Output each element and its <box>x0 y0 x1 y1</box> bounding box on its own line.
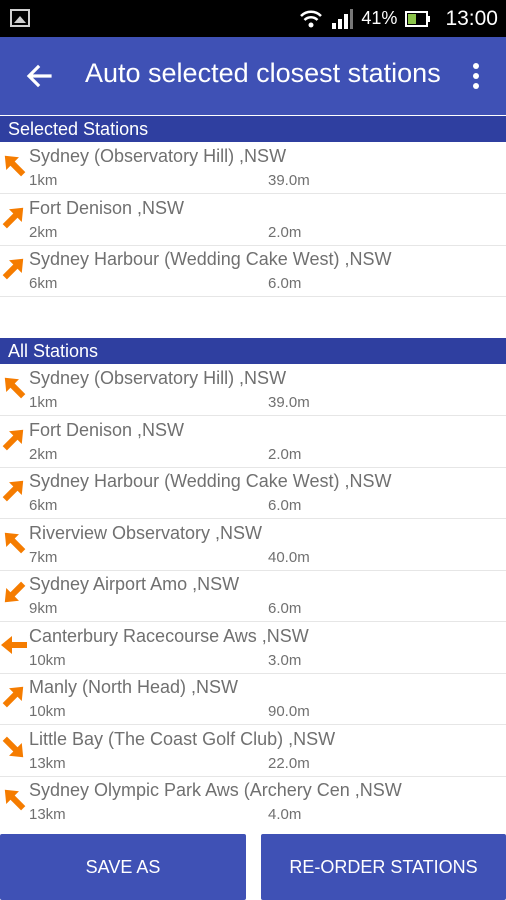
direction-arrow-icon <box>0 475 28 505</box>
battery-icon <box>405 10 431 27</box>
station-row[interactable]: Sydney Airport Amo ,NSW 9km 6.0m <box>0 570 506 622</box>
station-distance: 10km <box>29 651 66 669</box>
station-name: Manly (North Head) ,NSW <box>29 677 239 697</box>
station-name: Sydney Harbour (Wedding Cake West) ,NSW <box>29 249 392 269</box>
battery-percent: 41% <box>361 8 398 28</box>
station-row[interactable]: Little Bay (The Coast Golf Club) ,NSW 13k… <box>0 725 506 777</box>
direction-arrow-icon <box>0 630 28 660</box>
page-title: Auto selected closest stations <box>85 58 441 88</box>
station-name: Little Bay (The Coast Golf Club) ,NSW <box>29 728 336 749</box>
station-distance: 13km <box>29 754 66 772</box>
direction-arrow-icon <box>0 424 28 454</box>
station-row[interactable]: Sydney Harbour (Wedding Cake West) ,NSW 6… <box>0 245 506 297</box>
station-name: Fort Denison ,NSW <box>29 197 185 218</box>
station-distance: 6km <box>29 275 58 292</box>
station-distance: 10km <box>29 703 66 720</box>
direction-arrow-icon <box>0 253 28 283</box>
station-name: Fort Denison ,NSW <box>29 419 185 440</box>
image-notification-icon <box>10 9 30 27</box>
station-height: 6.0m <box>268 497 302 514</box>
station-height: 2.0m <box>268 445 302 463</box>
station-distance: 6km <box>29 497 58 514</box>
clock: 13:00 <box>445 6 498 30</box>
overflow-menu-icon[interactable] <box>466 61 486 91</box>
back-arrow-icon[interactable] <box>24 61 54 91</box>
station-height: 6.0m <box>268 600 302 617</box>
station-name: Sydney (Observatory Hill) ,NSW <box>29 368 287 388</box>
station-distance: 2km <box>29 223 58 241</box>
station-row[interactable]: Manly (North Head) ,NSW 10km 90.0m <box>0 673 506 725</box>
station-height: 3.0m <box>268 651 302 669</box>
signal-icon <box>332 8 354 29</box>
station-row[interactable]: Sydney (Observatory Hill) ,NSW 1km 39.0m <box>0 142 506 194</box>
direction-arrow-icon <box>0 527 28 557</box>
wifi-icon <box>300 10 323 27</box>
station-height: 39.0m <box>268 172 310 189</box>
station-name: Sydney Harbour (Wedding Cake West) ,NSW <box>29 471 392 491</box>
station-row[interactable]: Canterbury Racecourse Aws ,NSW 10km 3.0m <box>0 622 506 674</box>
station-row[interactable]: Fort Denison ,NSW 2km 2.0m <box>0 194 506 246</box>
station-name: Sydney Olympic Park Aws (Archery Cen ,NS… <box>29 780 402 800</box>
station-row[interactable]: Riverview Observatory ,NSW 7km 40.0m <box>0 519 506 571</box>
direction-arrow-icon <box>0 784 28 814</box>
station-distance: 7km <box>29 548 58 566</box>
station-height: 39.0m <box>268 394 310 411</box>
status-bar: 41% 13:00 <box>0 0 506 37</box>
station-distance: 9km <box>29 600 58 617</box>
all-stations-header: All Stations <box>0 338 506 364</box>
direction-arrow-icon <box>0 150 28 180</box>
station-distance: 13km <box>29 806 66 823</box>
direction-arrow-icon <box>0 578 28 608</box>
app-bar: Auto selected closest stations <box>0 37 506 115</box>
station-distance: 1km <box>29 172 58 189</box>
station-distance: 2km <box>29 445 58 463</box>
status-icons: 41% 13:00 <box>299 0 498 37</box>
station-row[interactable]: Sydney Harbour (Wedding Cake West) ,NSW 6… <box>0 467 506 519</box>
station-row[interactable]: Sydney (Observatory Hill) ,NSW 1km 39.0m <box>0 364 506 416</box>
station-distance: 1km <box>29 394 58 411</box>
bottom-actions: SAVE AS RE-ORDER STATIONS <box>0 826 506 900</box>
station-row[interactable]: Sydney Olympic Park Aws (Archery Cen ,NS… <box>0 776 506 828</box>
direction-arrow-icon <box>0 733 28 763</box>
direction-arrow-icon <box>0 681 28 711</box>
station-height: 6.0m <box>268 275 302 292</box>
station-name: Sydney (Observatory Hill) ,NSW <box>29 146 287 166</box>
station-height: 40.0m <box>268 548 310 566</box>
station-height: 2.0m <box>268 223 302 241</box>
station-row[interactable]: Fort Denison ,NSW 2km 2.0m <box>0 416 506 468</box>
direction-arrow-icon <box>0 372 28 402</box>
selected-stations-header: Selected Stations <box>0 116 506 142</box>
station-name: Sydney Airport Amo ,NSW <box>29 574 240 594</box>
station-height: 90.0m <box>268 703 310 720</box>
station-height: 4.0m <box>268 806 302 823</box>
direction-arrow-icon <box>0 202 28 232</box>
reorder-stations-button[interactable]: RE-ORDER STATIONS <box>261 834 506 900</box>
station-name: Riverview Observatory ,NSW <box>29 522 263 543</box>
station-name: Canterbury Racecourse Aws ,NSW <box>29 625 309 646</box>
station-height: 22.0m <box>268 754 310 772</box>
save-as-button[interactable]: SAVE AS <box>0 834 246 900</box>
